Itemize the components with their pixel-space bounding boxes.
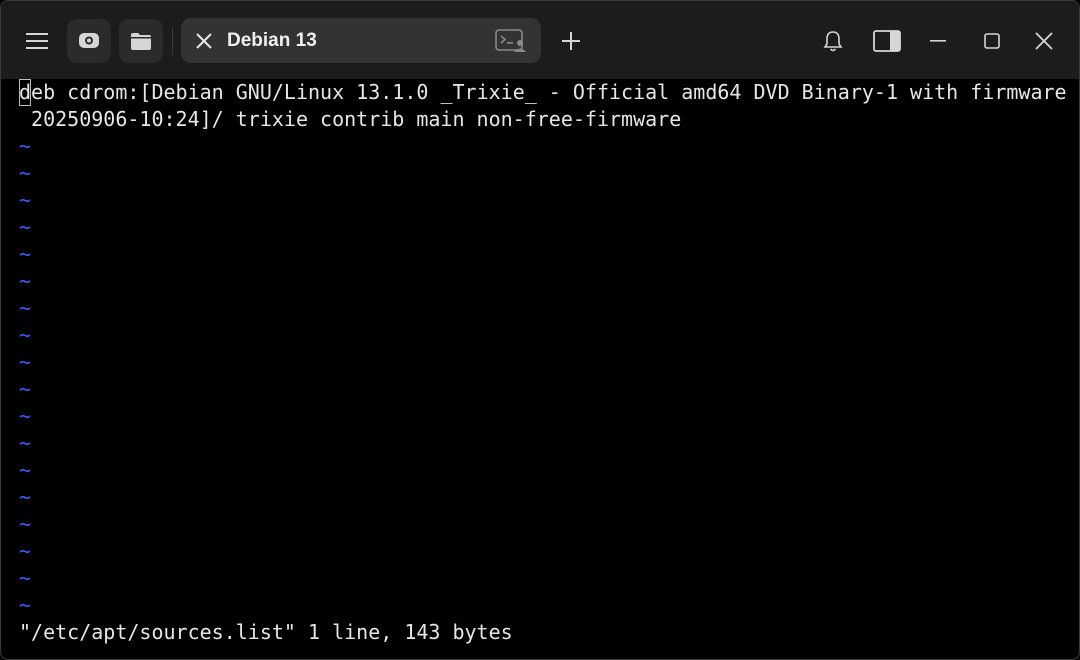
- side-panel-button[interactable]: [865, 21, 909, 61]
- empty-line-tilde: ~: [19, 242, 32, 266]
- text-cursor: d: [19, 79, 32, 106]
- profile-icon: [79, 33, 99, 48]
- terminal-window: Debian 13 deb cdrom:[Debian GNU/Linux 13…: [0, 0, 1080, 660]
- empty-line-tilde: ~: [19, 431, 32, 455]
- empty-line-tilde: ~: [19, 323, 32, 347]
- empty-line-tilde: ~: [19, 404, 32, 428]
- close-icon: [1035, 32, 1053, 50]
- bell-icon: [823, 31, 843, 52]
- minimize-button[interactable]: [917, 21, 959, 61]
- empty-line-tilde: ~: [19, 512, 32, 536]
- close-icon: [196, 33, 212, 49]
- empty-line-tilde: ~: [19, 188, 32, 212]
- maximize-icon: [984, 33, 1000, 49]
- terminal-content[interactable]: deb cdrom:[Debian GNU/Linux 13.1.0 _Trix…: [19, 79, 1069, 654]
- new-tab-button[interactable]: [553, 23, 589, 59]
- title-bar: Debian 13: [1, 1, 1079, 79]
- empty-line-tilde: ~: [19, 269, 32, 293]
- notifications-button[interactable]: [813, 21, 853, 61]
- empty-line-tilde: ~: [19, 350, 32, 374]
- plus-icon: [562, 32, 580, 50]
- empty-line-tilde: ~: [19, 161, 32, 185]
- minimize-icon: [930, 40, 946, 42]
- empty-line-tilde: ~: [19, 134, 32, 158]
- editor-line-1-text: eb cdrom:[Debian GNU/Linux 13.1.0 _Trixi…: [31, 80, 1067, 104]
- maximize-button[interactable]: [971, 21, 1013, 61]
- tab-close-button[interactable]: [191, 28, 217, 54]
- folder-button[interactable]: [119, 19, 163, 63]
- empty-line-tilde: ~: [19, 566, 32, 590]
- status-line: "/etc/apt/sources.list" 1 line, 143 byte…: [19, 620, 513, 644]
- empty-line-tilde: ~: [19, 377, 32, 401]
- empty-line-tilde: ~: [19, 539, 32, 563]
- close-window-button[interactable]: [1023, 21, 1065, 61]
- titlebar-divider: [172, 27, 173, 55]
- terminal-profile-icon: [495, 29, 526, 52]
- empty-line-tilde: ~: [19, 458, 32, 482]
- menu-button[interactable]: [15, 19, 59, 63]
- side-panel-icon: [873, 30, 901, 52]
- empty-line-tilde: ~: [19, 296, 32, 320]
- tab-title: Debian 13: [227, 30, 317, 51]
- editor-line-2: 20250906-10:24]/ trixie contrib main non…: [19, 107, 682, 131]
- tab-debian-13[interactable]: Debian 13: [181, 18, 541, 63]
- empty-line-tilde: ~: [19, 593, 32, 617]
- folder-icon: [131, 32, 151, 50]
- hamburger-menu-icon: [26, 33, 48, 49]
- editor-line-1: deb cdrom:[Debian GNU/Linux 13.1.0 _Trix…: [19, 79, 1067, 106]
- profile-button[interactable]: [67, 19, 111, 63]
- empty-line-tilde: ~: [19, 485, 32, 509]
- empty-line-tilde: ~: [19, 215, 32, 239]
- tab-terminal-profile-button[interactable]: [495, 29, 527, 53]
